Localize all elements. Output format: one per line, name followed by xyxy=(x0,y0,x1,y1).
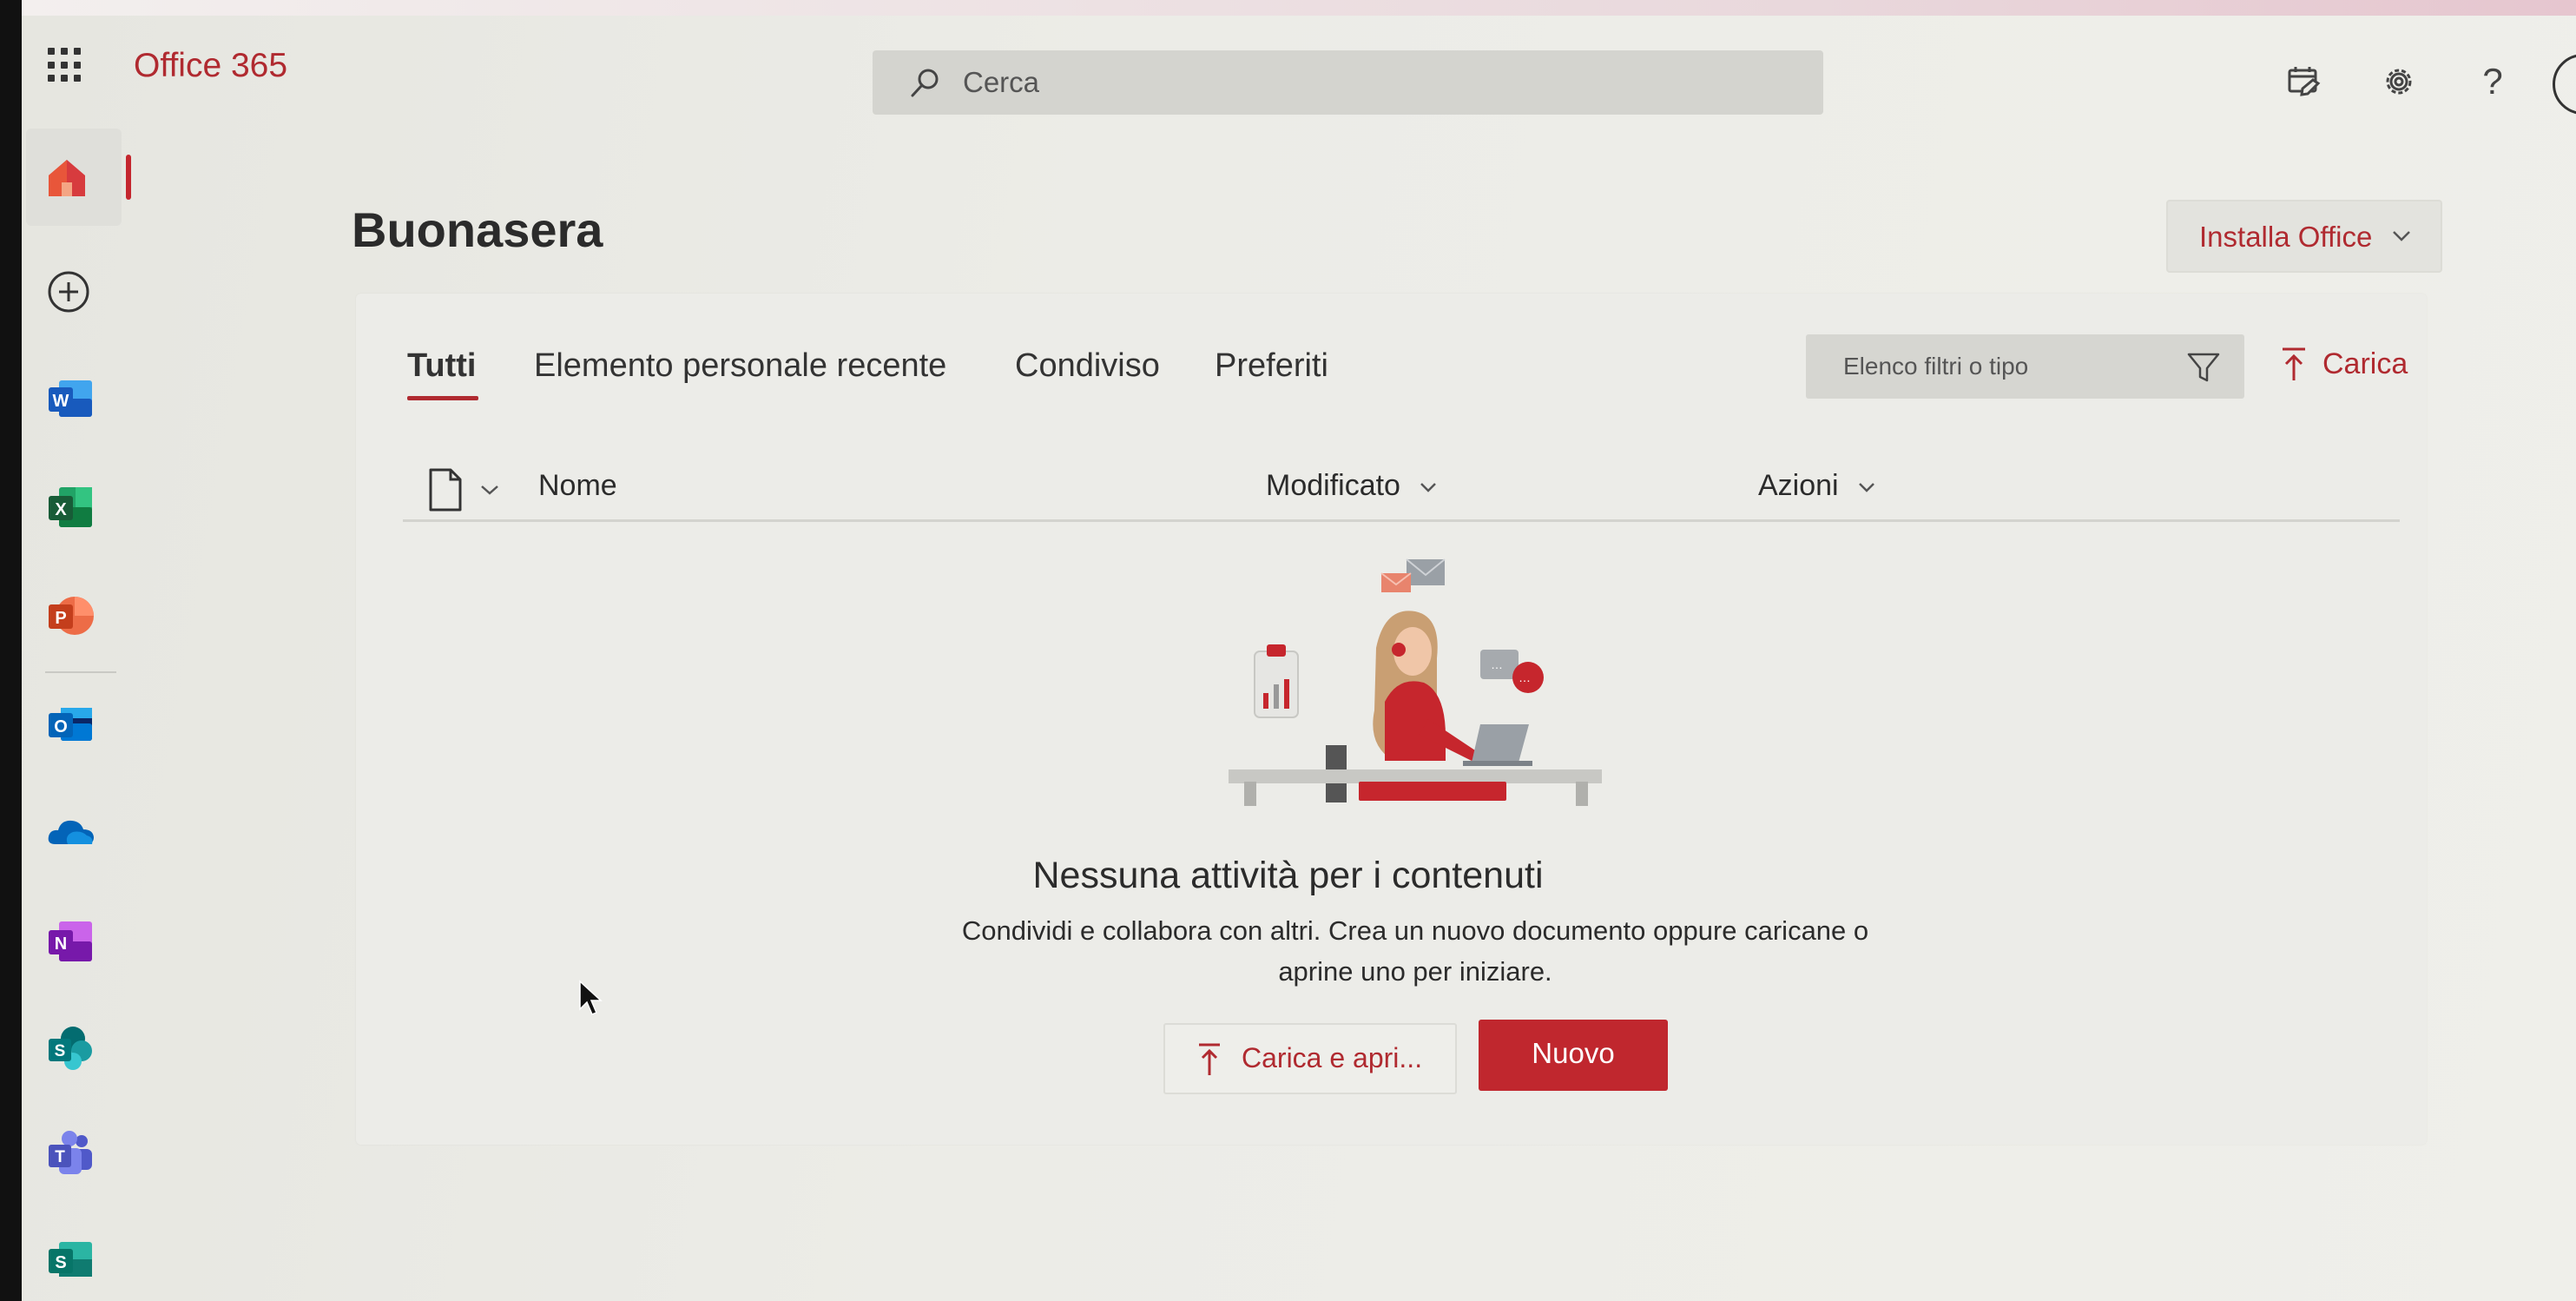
svg-text:…: … xyxy=(1491,657,1503,671)
tab-active-indicator xyxy=(407,396,478,400)
sharepoint-icon[interactable]: S xyxy=(43,1021,97,1075)
svg-text:O: O xyxy=(54,717,68,736)
file-type-icon xyxy=(429,468,462,512)
upload-label: Carica xyxy=(2322,347,2408,380)
svg-text:T: T xyxy=(55,1148,65,1166)
chevron-down-icon xyxy=(1859,483,1874,492)
upload-and-open-label: Carica e apri... xyxy=(1242,1042,1423,1073)
greeting-heading: Buonasera xyxy=(352,202,603,257)
svg-text:P: P xyxy=(55,609,66,628)
column-modified-label: Modificato xyxy=(1266,469,1400,502)
filter-input[interactable] xyxy=(1843,348,2182,385)
tab-recent[interactable]: Elemento personale recente xyxy=(534,347,946,385)
app-title[interactable]: Office 365 xyxy=(134,47,287,85)
upload-and-open-button[interactable]: Carica e apri... xyxy=(1163,1023,1457,1094)
powerpoint-icon[interactable]: P xyxy=(43,589,97,643)
active-indicator xyxy=(126,155,131,200)
column-actions-label: Azioni xyxy=(1758,469,1839,502)
empty-state-title: Nessuna attività per i contenuti xyxy=(1032,855,1544,896)
rail-divider xyxy=(45,671,116,673)
install-office-label: Installa Office xyxy=(2199,221,2373,253)
word-icon[interactable]: W xyxy=(43,372,97,426)
help-icon[interactable]: ? xyxy=(2474,63,2512,101)
empty-state-illustration: … … xyxy=(1229,558,1602,806)
home-icon xyxy=(49,160,85,196)
svg-text:W: W xyxy=(53,392,69,411)
upload-icon xyxy=(1199,1043,1220,1075)
column-name-label: Nome xyxy=(538,469,617,502)
column-header-name[interactable]: Nome xyxy=(538,469,617,503)
empty-state-line-2: aprine uno per iniziare. xyxy=(1278,956,1552,987)
upload-icon xyxy=(2283,347,2305,380)
screen-bezel-top xyxy=(22,0,2576,16)
search-icon xyxy=(911,69,939,97)
excel-icon[interactable]: X xyxy=(43,480,97,534)
tab-shared[interactable]: Condiviso xyxy=(1015,347,1160,385)
install-office-button[interactable]: Installa Office xyxy=(2166,200,2442,273)
file-type-chevron-icon[interactable] xyxy=(479,481,500,499)
search-input[interactable] xyxy=(963,63,1744,102)
tab-favorites[interactable]: Preferiti xyxy=(1215,347,1328,385)
rail-item-home[interactable] xyxy=(26,129,131,226)
chevron-down-icon xyxy=(1420,483,1437,492)
screen-bezel-left xyxy=(0,0,22,1301)
table-header-divider xyxy=(403,519,2400,522)
gear-icon[interactable] xyxy=(2380,63,2418,101)
new-document-button[interactable]: Nuovo xyxy=(1479,1020,1668,1091)
outlook-icon[interactable]: O xyxy=(43,697,97,751)
empty-state-line-1: Condividi e collabora con altri. Crea un… xyxy=(961,915,1869,946)
column-header-modified[interactable]: Modificato xyxy=(1266,469,1438,503)
tab-tutti[interactable]: Tutti xyxy=(407,347,476,385)
my-day-icon[interactable] xyxy=(2285,63,2323,101)
add-circle-icon[interactable] xyxy=(43,265,97,319)
filter-icon[interactable] xyxy=(2185,350,2222,385)
new-document-label: Nuovo xyxy=(1532,1037,1615,1069)
svg-text:S: S xyxy=(55,1253,66,1272)
waffle-icon[interactable] xyxy=(48,48,82,83)
svg-text:X: X xyxy=(55,500,67,519)
column-header-actions[interactable]: Azioni xyxy=(1758,469,1876,503)
sway-icon[interactable]: S xyxy=(43,1233,97,1287)
teams-icon[interactable]: T xyxy=(43,1127,97,1181)
empty-state-description: Condividi e collabora con altri. Crea un… xyxy=(929,910,1901,992)
svg-text:…: … xyxy=(1519,670,1531,684)
search-box[interactable] xyxy=(873,50,1823,115)
mouse-cursor-icon xyxy=(579,980,603,1015)
chevron-down-icon xyxy=(2393,231,2410,241)
svg-text:S: S xyxy=(55,1042,66,1060)
onenote-icon[interactable]: N xyxy=(43,915,97,968)
filter-box[interactable] xyxy=(1806,334,2244,399)
onedrive-icon[interactable] xyxy=(43,806,97,860)
svg-text:N: N xyxy=(55,934,67,954)
